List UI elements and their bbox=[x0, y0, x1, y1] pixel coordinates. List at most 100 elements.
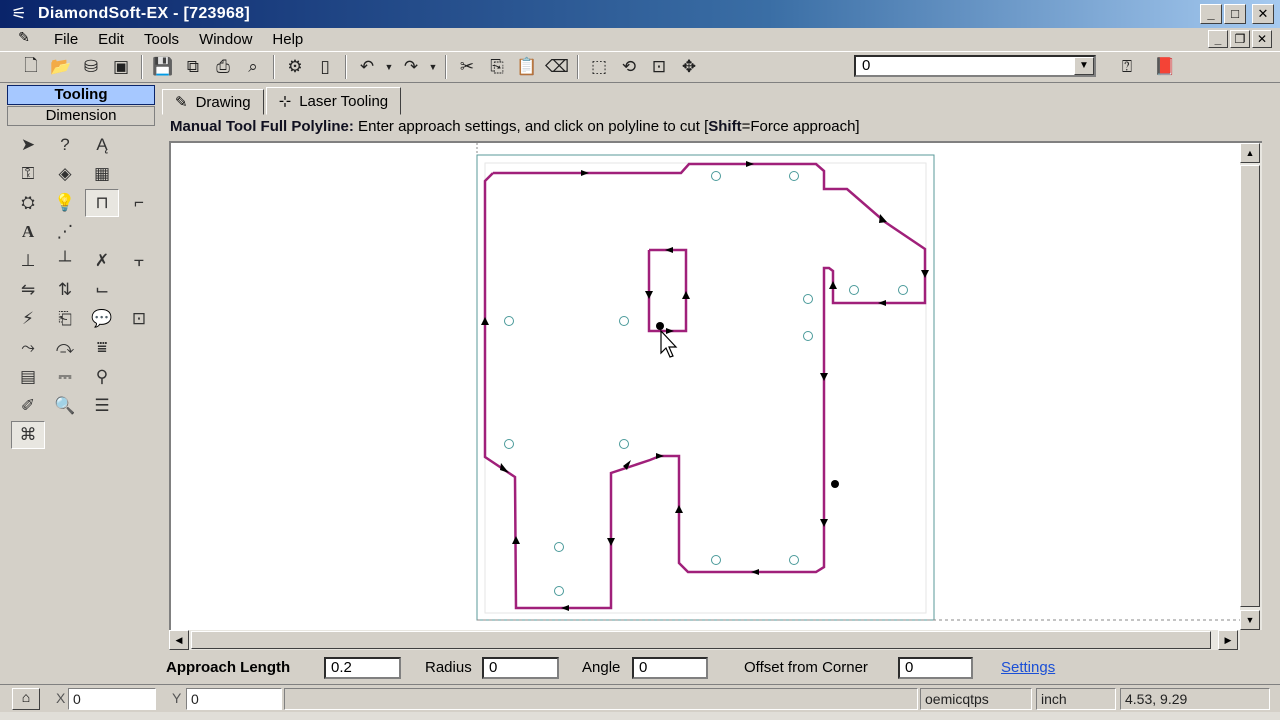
copy-icon[interactable]: ⎘ bbox=[482, 54, 512, 80]
grid-icon[interactable]: ▦ bbox=[85, 160, 119, 188]
menu-window[interactable]: Window bbox=[189, 31, 262, 48]
approach-length-input[interactable]: 0.2 bbox=[324, 657, 401, 679]
hint-suffix: =Force approach] bbox=[741, 118, 860, 135]
title-bar: ⚟ DiamondSoft-EX - [723968] _ □ ✕ bbox=[0, 0, 1280, 28]
redo-dropdown-icon[interactable]: ▼ bbox=[426, 54, 440, 80]
ruler-tool-icon[interactable]: ▤ bbox=[11, 363, 45, 391]
scroll-left-icon[interactable]: ◀ bbox=[169, 630, 189, 650]
vertical-scroll-thumb[interactable] bbox=[1240, 165, 1260, 607]
text-tool-icon[interactable]: A bbox=[11, 218, 45, 246]
scroll-up-icon[interactable]: ▲ bbox=[1240, 143, 1260, 163]
paste-icon[interactable]: 📋 bbox=[512, 54, 542, 80]
angle-input[interactable]: 0 bbox=[632, 657, 708, 679]
pan-icon[interactable]: ✥ bbox=[674, 54, 704, 80]
delete-tool-icon[interactable]: ✗ bbox=[85, 247, 119, 275]
layer-combo[interactable]: 0 ▼ bbox=[854, 55, 1096, 77]
book-icon[interactable]: 📕 bbox=[1150, 54, 1180, 80]
curve-edit-icon[interactable]: ⤼ bbox=[48, 334, 82, 362]
zoom-refresh-icon[interactable]: ⟲ bbox=[614, 54, 644, 80]
offset-label: Offset from Corner bbox=[744, 659, 868, 676]
undo-dropdown-icon[interactable]: ▼ bbox=[382, 54, 396, 80]
label-tool-icon[interactable]: ⎗ bbox=[48, 305, 82, 333]
pierce-holes bbox=[504, 171, 908, 596]
mdi-restore-button[interactable]: ❐ bbox=[1230, 30, 1250, 48]
bridge-tool-icon[interactable]: ⊥ bbox=[11, 247, 45, 275]
undo-icon[interactable]: ↶ bbox=[352, 54, 382, 80]
horizontal-scrollbar[interactable]: ◀ ▶ bbox=[169, 630, 1240, 650]
list-tool-icon[interactable]: ☰ bbox=[85, 392, 119, 420]
page-icon[interactable]: ▯ bbox=[310, 54, 340, 80]
tab-drawing[interactable]: ✎ Drawing bbox=[162, 89, 264, 115]
vertical-scrollbar[interactable]: ▲ ▼ bbox=[1240, 141, 1262, 630]
select-arrow-icon[interactable]: ➤ bbox=[11, 131, 45, 159]
print-preview-icon[interactable]: ⌕ bbox=[238, 54, 268, 80]
tab-dimension[interactable]: Dimension bbox=[7, 106, 155, 126]
sheet-setup-icon[interactable]: ⚙ bbox=[280, 54, 310, 80]
bulb-icon[interactable]: 💡 bbox=[48, 189, 82, 217]
hint-shift: Shift bbox=[708, 118, 742, 135]
probe-tool-icon[interactable]: ⚲ bbox=[85, 363, 119, 391]
eraser-icon[interactable]: ⌫ bbox=[542, 54, 572, 80]
radius-input[interactable]: 0 bbox=[482, 657, 559, 679]
import-icon[interactable]: ⛁ bbox=[76, 54, 106, 80]
split-tool-icon[interactable]: ⫟ bbox=[122, 247, 156, 275]
horizontal-scroll-thumb[interactable] bbox=[191, 631, 1211, 649]
layer-icon[interactable]: ◈ bbox=[48, 160, 82, 188]
approach-length-label: Approach Length bbox=[166, 659, 291, 676]
x-value[interactable]: 0 bbox=[68, 688, 156, 710]
scroll-down-icon[interactable]: ▼ bbox=[1240, 610, 1260, 630]
home-icon[interactable]: ⌂ bbox=[12, 688, 40, 710]
menu-help[interactable]: Help bbox=[262, 31, 313, 48]
layer-dropdown-icon[interactable]: ▼ bbox=[1074, 57, 1094, 75]
dots-tool-icon[interactable]: ⋰ bbox=[48, 218, 82, 246]
menu-tools[interactable]: Tools bbox=[134, 31, 189, 48]
curve-tool-icon[interactable]: ⤳ bbox=[11, 334, 45, 362]
manual-tool-icon[interactable]: ⌘ bbox=[11, 421, 45, 449]
new-file-icon[interactable]: 🗋 bbox=[16, 54, 46, 80]
minimize-button[interactable]: _ bbox=[1200, 4, 1222, 24]
arrows-tool-icon[interactable]: ⇅ bbox=[48, 276, 82, 304]
comment-tool-icon[interactable]: 💬 bbox=[85, 305, 119, 333]
tab-laser-tooling[interactable]: ⊹ Laser Tooling bbox=[265, 87, 402, 115]
menu-file[interactable]: File bbox=[44, 31, 88, 48]
auto-tool-icon[interactable]: ⛭ bbox=[11, 189, 45, 217]
corner-tool-icon[interactable]: ⌐ bbox=[122, 189, 156, 217]
scroll-right-icon[interactable]: ▶ bbox=[1218, 630, 1238, 650]
document-icon[interactable]: ✎ bbox=[12, 29, 36, 49]
cut-icon[interactable]: ✂ bbox=[452, 54, 482, 80]
maximize-button[interactable]: □ bbox=[1224, 4, 1246, 24]
magnify-tool-icon[interactable]: 🔍 bbox=[48, 392, 82, 420]
app-logo-icon: ⚟ bbox=[11, 4, 27, 23]
frame-tool-icon[interactable]: ⊡ bbox=[122, 305, 156, 333]
redo-icon[interactable]: ↷ bbox=[396, 54, 426, 80]
y-value[interactable]: 0 bbox=[186, 688, 282, 710]
lightning-tool-icon[interactable]: ⚡ bbox=[11, 305, 45, 333]
save-icon[interactable]: 💾 bbox=[148, 54, 178, 80]
measure-tool-icon[interactable]: ⇋ bbox=[11, 276, 45, 304]
zoom-extents-icon[interactable]: ⊡ bbox=[644, 54, 674, 80]
text-outline-icon[interactable]: Ą bbox=[85, 131, 119, 159]
line-tool-icon[interactable]: ┴ bbox=[48, 247, 82, 275]
drawing-canvas[interactable] bbox=[169, 141, 1242, 630]
open-folder-icon[interactable]: 📂 bbox=[46, 54, 76, 80]
zoom-window-icon[interactable]: ⬚ bbox=[584, 54, 614, 80]
image-icon[interactable]: ▣ bbox=[106, 54, 136, 80]
mdi-minimize-button[interactable]: _ bbox=[1208, 30, 1228, 48]
tool-setup-icon[interactable]: ⚿ bbox=[11, 160, 45, 188]
offset-input[interactable]: 0 bbox=[898, 657, 973, 679]
polyline-tool-icon[interactable]: ⊓ bbox=[85, 189, 119, 217]
settings-link[interactable]: Settings bbox=[1001, 659, 1055, 676]
status-unit: inch bbox=[1036, 688, 1116, 710]
steps-tool-icon[interactable]: ⩸ bbox=[85, 334, 119, 362]
knife-tool-icon[interactable]: ⎓ bbox=[48, 363, 82, 391]
select-help-icon[interactable]: ? bbox=[48, 131, 82, 159]
brush-tool-icon[interactable]: ✐ bbox=[11, 392, 45, 420]
context-help-icon[interactable]: ⍰ bbox=[1112, 54, 1142, 80]
close-button[interactable]: ✕ bbox=[1252, 4, 1274, 24]
print-icon[interactable]: ⎙ bbox=[208, 54, 238, 80]
tab-tooling[interactable]: Tooling bbox=[7, 85, 155, 105]
menu-edit[interactable]: Edit bbox=[88, 31, 134, 48]
mdi-close-button[interactable]: ✕ bbox=[1252, 30, 1272, 48]
hook-tool-icon[interactable]: ⌙ bbox=[85, 276, 119, 304]
save-all-icon[interactable]: ⧉ bbox=[178, 54, 208, 80]
